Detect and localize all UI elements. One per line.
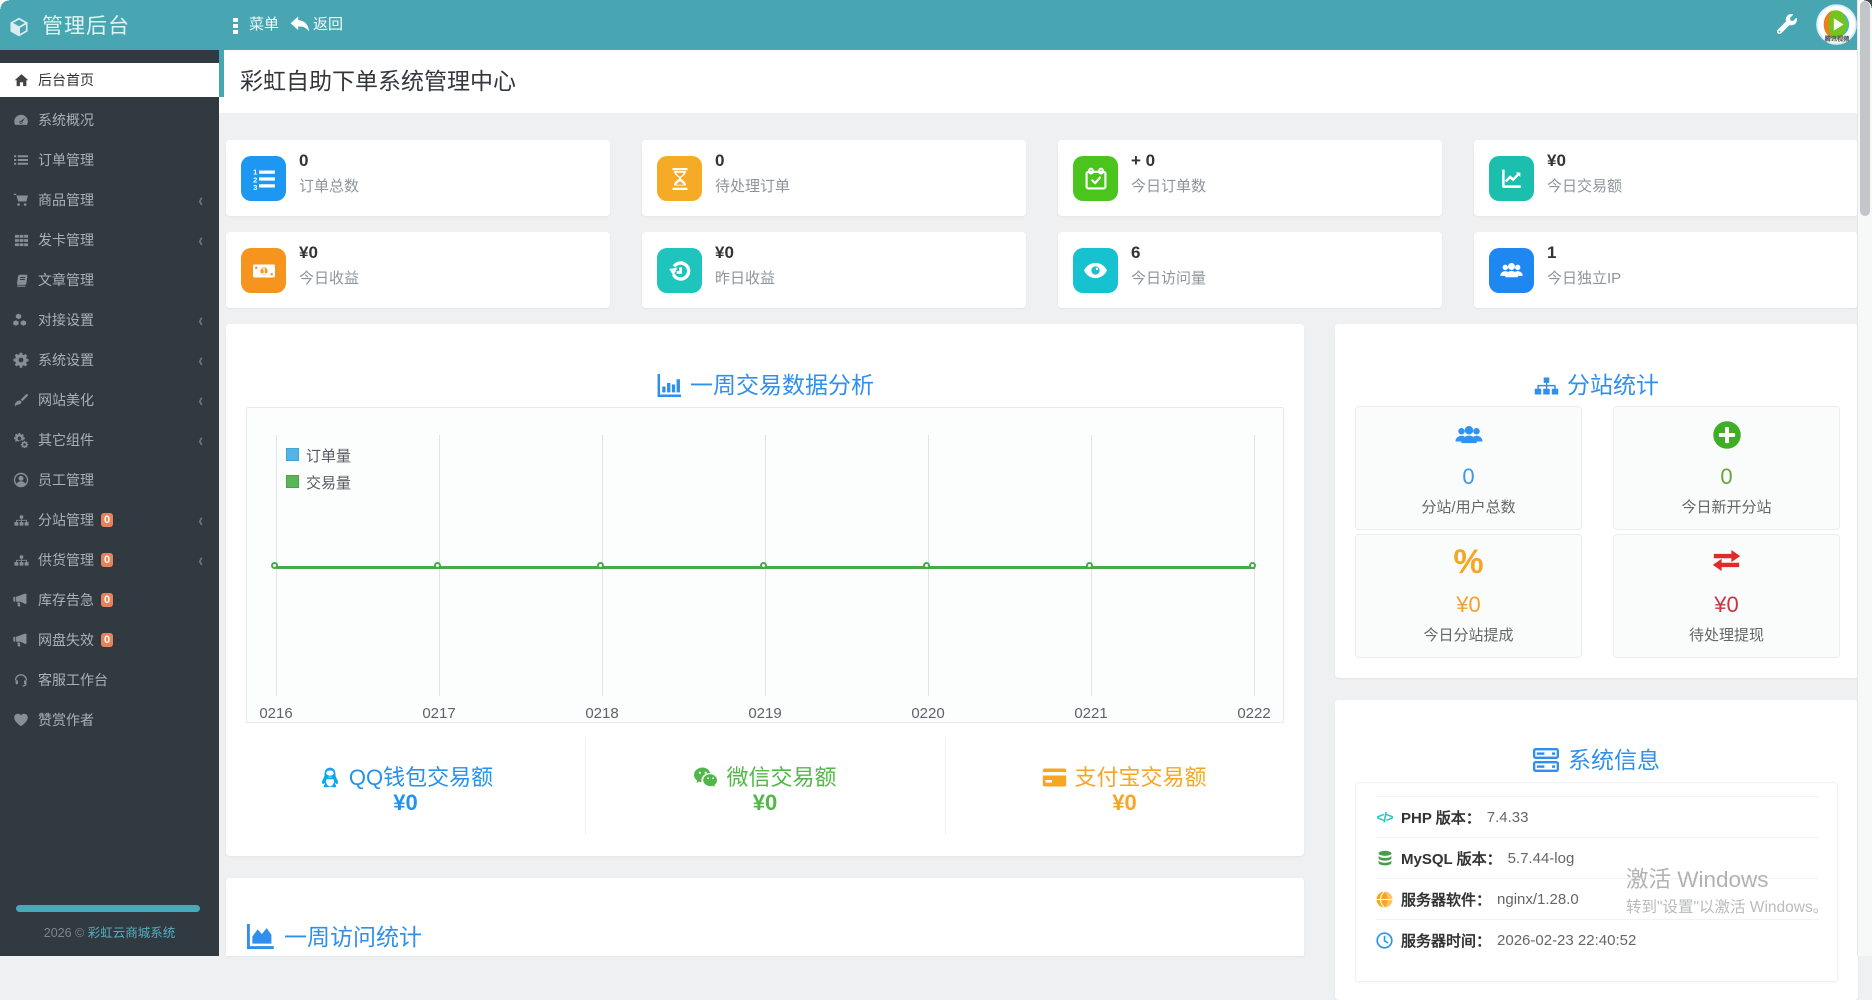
svg-text:1: 1 (261, 266, 266, 275)
svg-text:腾讯视频: 腾讯视频 (1824, 35, 1851, 43)
svg-text:3: 3 (253, 182, 257, 191)
